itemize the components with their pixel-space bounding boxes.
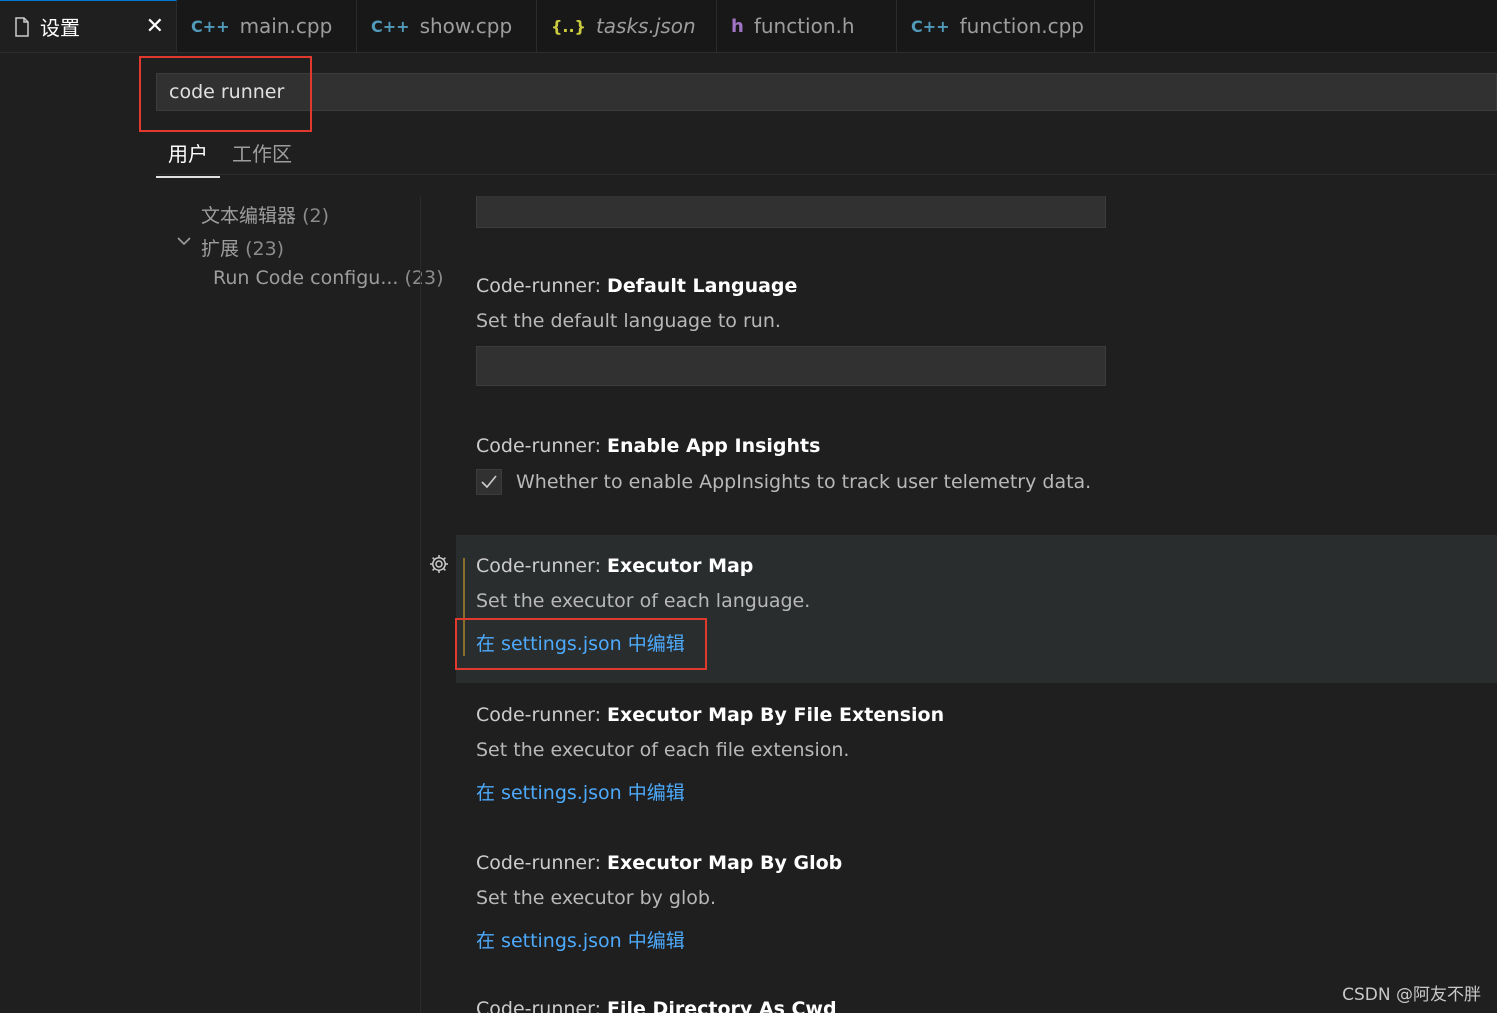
setting-title: Code-runner: File Directory As Cwd xyxy=(476,998,837,1013)
setting-description: Whether to enable AppInsights to track u… xyxy=(516,471,1092,493)
tab-user[interactable]: 用户 xyxy=(156,132,220,178)
edit-in-settings-json-link[interactable]: 在 settings.json 中编辑 xyxy=(476,778,944,805)
cpp-icon: C++ xyxy=(191,16,230,36)
setting-title: Code-runner: Executor Map By File Extens… xyxy=(476,704,944,726)
setting-executor-map-by-glob: Code-runner: Executor Map By Glob Set th… xyxy=(476,852,842,953)
toc-item-label: Run Code configu... xyxy=(213,267,399,289)
setting-name: Executor Map By Glob xyxy=(607,852,843,874)
toc-item-text-editor[interactable]: 文本编辑器 (2) xyxy=(201,201,329,228)
tab-label: show.cpp xyxy=(419,14,513,38)
edit-in-settings-json-link[interactable]: 在 settings.json 中编辑 xyxy=(476,926,842,953)
setting-enable-app-insights: Code-runner: Enable App Insights Whether… xyxy=(476,435,1091,495)
tab-function-cpp[interactable]: C++ function.cpp xyxy=(897,0,1095,52)
tab-label: tasks.json xyxy=(595,14,696,38)
checkbox-row: Whether to enable AppInsights to track u… xyxy=(476,469,1091,495)
default-language-input[interactable] xyxy=(476,346,1106,386)
search-input[interactable] xyxy=(167,80,1496,104)
cpp-icon: C++ xyxy=(371,16,410,36)
file-icon xyxy=(14,16,30,37)
chevron-down-icon[interactable] xyxy=(176,233,192,253)
setting-description: Set the executor of each language. xyxy=(476,590,811,612)
tab-label: 设置 xyxy=(40,16,80,40)
toc-item-label: 扩展 xyxy=(201,238,240,260)
toc-item-run-code[interactable]: Run Code configu... (23) xyxy=(213,267,444,289)
setting-title: Code-runner: Executor Map By Glob xyxy=(476,852,842,874)
text-field[interactable] xyxy=(476,196,1106,228)
setting-executor-map-by-file-extension: Code-runner: Executor Map By File Extens… xyxy=(476,704,944,805)
setting-description: Set the default language to run. xyxy=(476,310,781,332)
setting-description: Set the executor by glob. xyxy=(476,887,716,909)
toc-item-count: (23) xyxy=(245,238,285,260)
toc-item-count: (23) xyxy=(404,267,444,289)
setting-title: Code-runner: Enable App Insights xyxy=(476,435,1091,457)
setting-category: Code-runner: xyxy=(476,852,608,874)
setting-name: Executor Map By File Extension xyxy=(607,704,945,726)
tab-tasks-json[interactable]: {..} tasks.json xyxy=(537,0,717,52)
highlight-box-edit-link xyxy=(455,618,707,670)
setting-file-directory-as-cwd: Code-runner: File Directory As Cwd xyxy=(476,998,837,1013)
setting-name: File Directory As Cwd xyxy=(607,998,837,1013)
tab-workspace[interactable]: 工作区 xyxy=(220,132,304,176)
editor-tab-bar: 设置 ✕ C++ main.cpp C++ show.cpp {..} task… xyxy=(0,0,1497,53)
setting-name: Default Language xyxy=(607,275,798,297)
tab-label: main.cpp xyxy=(239,14,333,38)
tab-show-cpp[interactable]: C++ show.cpp xyxy=(357,0,537,52)
setting-name: Enable App Insights xyxy=(607,435,821,457)
settings-toc xyxy=(0,196,420,1013)
scope-tabs: 用户 工作区 xyxy=(156,132,304,178)
settings-editor-window: 设置 ✕ C++ main.cpp C++ show.cpp {..} task… xyxy=(0,0,1497,1013)
gear-icon[interactable] xyxy=(428,553,450,575)
setting-default-language: Code-runner: Default Language Set the de… xyxy=(476,275,1106,386)
highlight-box-search xyxy=(139,56,312,132)
tab-label: function.cpp xyxy=(959,14,1085,38)
toc-item-extensions[interactable]: 扩展 (23) xyxy=(201,234,284,261)
setting-previous-field xyxy=(476,196,1106,228)
setting-category: Code-runner: xyxy=(476,275,608,297)
toc-item-label: 文本编辑器 xyxy=(201,205,297,227)
app-insights-checkbox[interactable] xyxy=(476,469,502,495)
close-icon[interactable]: ✕ xyxy=(146,14,164,39)
setting-description: Set the executor of each file extension. xyxy=(476,739,850,761)
tab-settings[interactable]: 设置 ✕ xyxy=(0,0,177,52)
setting-name: Executor Map xyxy=(607,555,754,577)
setting-category: Code-runner: xyxy=(476,435,608,457)
divider xyxy=(156,174,1497,175)
cpp-icon: C++ xyxy=(911,16,950,36)
tab-label: function.h xyxy=(753,14,855,38)
header-icon: h xyxy=(731,15,744,37)
setting-title: Code-runner: Executor Map xyxy=(476,555,810,577)
setting-category: Code-runner: xyxy=(476,555,608,577)
setting-title: Code-runner: Default Language xyxy=(476,275,1106,297)
check-icon xyxy=(481,475,497,489)
settings-search-box[interactable] xyxy=(156,73,1497,111)
tab-main-cpp[interactable]: C++ main.cpp xyxy=(177,0,357,52)
toc-divider xyxy=(420,196,421,1013)
tab-function-h[interactable]: h function.h xyxy=(717,0,897,52)
toc-item-count: (2) xyxy=(302,205,329,227)
setting-category: Code-runner: xyxy=(476,704,608,726)
setting-category: Code-runner: xyxy=(476,998,608,1013)
json-icon: {..} xyxy=(551,16,586,36)
watermark: CSDN @阿友不胖 xyxy=(1342,985,1481,1005)
